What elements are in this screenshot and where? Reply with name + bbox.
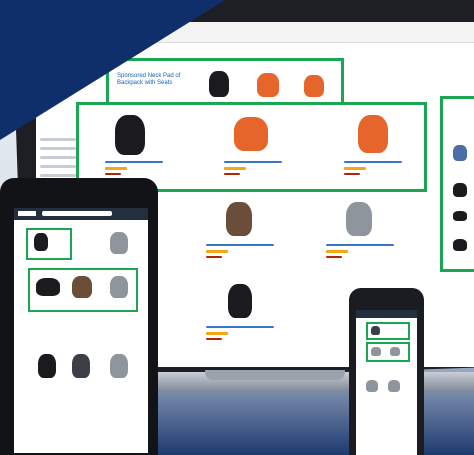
product-card[interactable]: [326, 202, 396, 282]
product-image-gray-bag[interactable]: [366, 380, 378, 392]
navy-corner-decoration: [0, 0, 225, 140]
product-title-line[interactable]: [326, 244, 394, 246]
product-card[interactable]: [224, 109, 284, 185]
search-input[interactable]: [42, 211, 112, 216]
product-image-orange-bag[interactable]: [257, 73, 279, 97]
product-image-orange-sling-bag[interactable]: [358, 115, 388, 153]
phone-highlight-box[interactable]: [366, 342, 410, 362]
product-image-gray-bag[interactable]: [110, 276, 128, 298]
product-image-orange-gray-bag[interactable]: [304, 75, 324, 97]
price-line: [326, 256, 342, 258]
product-image-gray-bag[interactable]: [371, 347, 381, 356]
product-image-brown-backpack[interactable]: [226, 202, 252, 236]
product-title-line[interactable]: [206, 244, 274, 246]
sidebar-item[interactable]: [40, 156, 76, 159]
star-rating: [224, 167, 246, 170]
product-image-gray-backpack[interactable]: [110, 232, 128, 254]
product-image-black-bag[interactable]: [453, 239, 467, 251]
product-title-line[interactable]: [224, 161, 282, 163]
product-image-dark-bag[interactable]: [371, 326, 380, 335]
product-image-black-backpack[interactable]: [38, 354, 56, 378]
product-image-blue-backpack[interactable]: [453, 145, 467, 161]
phone-device: [349, 288, 424, 455]
tablet-device: [0, 178, 158, 455]
price-line: [105, 173, 121, 175]
product-image-dark-backpack[interactable]: [72, 354, 90, 378]
price-line: [224, 173, 240, 175]
product-image-black-backpack[interactable]: [34, 233, 48, 251]
product-image-gray-bag[interactable]: [388, 380, 400, 392]
tablet-screen: [14, 208, 148, 453]
logo[interactable]: [18, 211, 36, 216]
product-image-gray-bag[interactable]: [390, 347, 400, 356]
scene-background: Sponsored Neck Pad of Backpack with Seat…: [0, 0, 474, 455]
product-image-black-bag[interactable]: [453, 183, 467, 197]
product-card[interactable]: [206, 284, 276, 364]
product-image-black-backpack[interactable]: [228, 284, 252, 318]
price-line: [344, 173, 360, 175]
price-line: [206, 256, 222, 258]
star-rating: [326, 250, 348, 253]
tablet-ad-box[interactable]: [26, 228, 72, 260]
product-image-black-bag[interactable]: [36, 278, 60, 296]
sidebar-item[interactable]: [40, 147, 76, 150]
phone-highlight-box[interactable]: [366, 322, 410, 340]
product-title-line[interactable]: [344, 161, 402, 163]
price-line: [206, 338, 222, 340]
phone-header: [356, 310, 417, 318]
product-title-line[interactable]: [105, 161, 163, 163]
tablet-header: [14, 208, 148, 220]
product-title-line[interactable]: [206, 326, 274, 328]
star-rating: [105, 167, 127, 170]
phone-screen: [356, 310, 417, 455]
product-card[interactable]: [344, 109, 404, 185]
product-image-orange-messenger-bag[interactable]: [234, 117, 268, 151]
product-image-gray-backpack[interactable]: [110, 354, 128, 378]
sidebar-item[interactable]: [40, 174, 76, 177]
product-card[interactable]: [206, 202, 276, 282]
tablet-highlight-box[interactable]: [28, 268, 138, 312]
product-image-brown-bag[interactable]: [72, 276, 92, 298]
product-image-black-bag[interactable]: [453, 211, 467, 221]
laptop-hinge: [205, 370, 345, 380]
star-rating: [206, 332, 228, 335]
sponsored-side-column[interactable]: [440, 96, 474, 272]
product-image-gray-backpack[interactable]: [346, 202, 372, 236]
star-rating: [206, 250, 228, 253]
sidebar-item[interactable]: [40, 165, 76, 168]
star-rating: [344, 167, 366, 170]
